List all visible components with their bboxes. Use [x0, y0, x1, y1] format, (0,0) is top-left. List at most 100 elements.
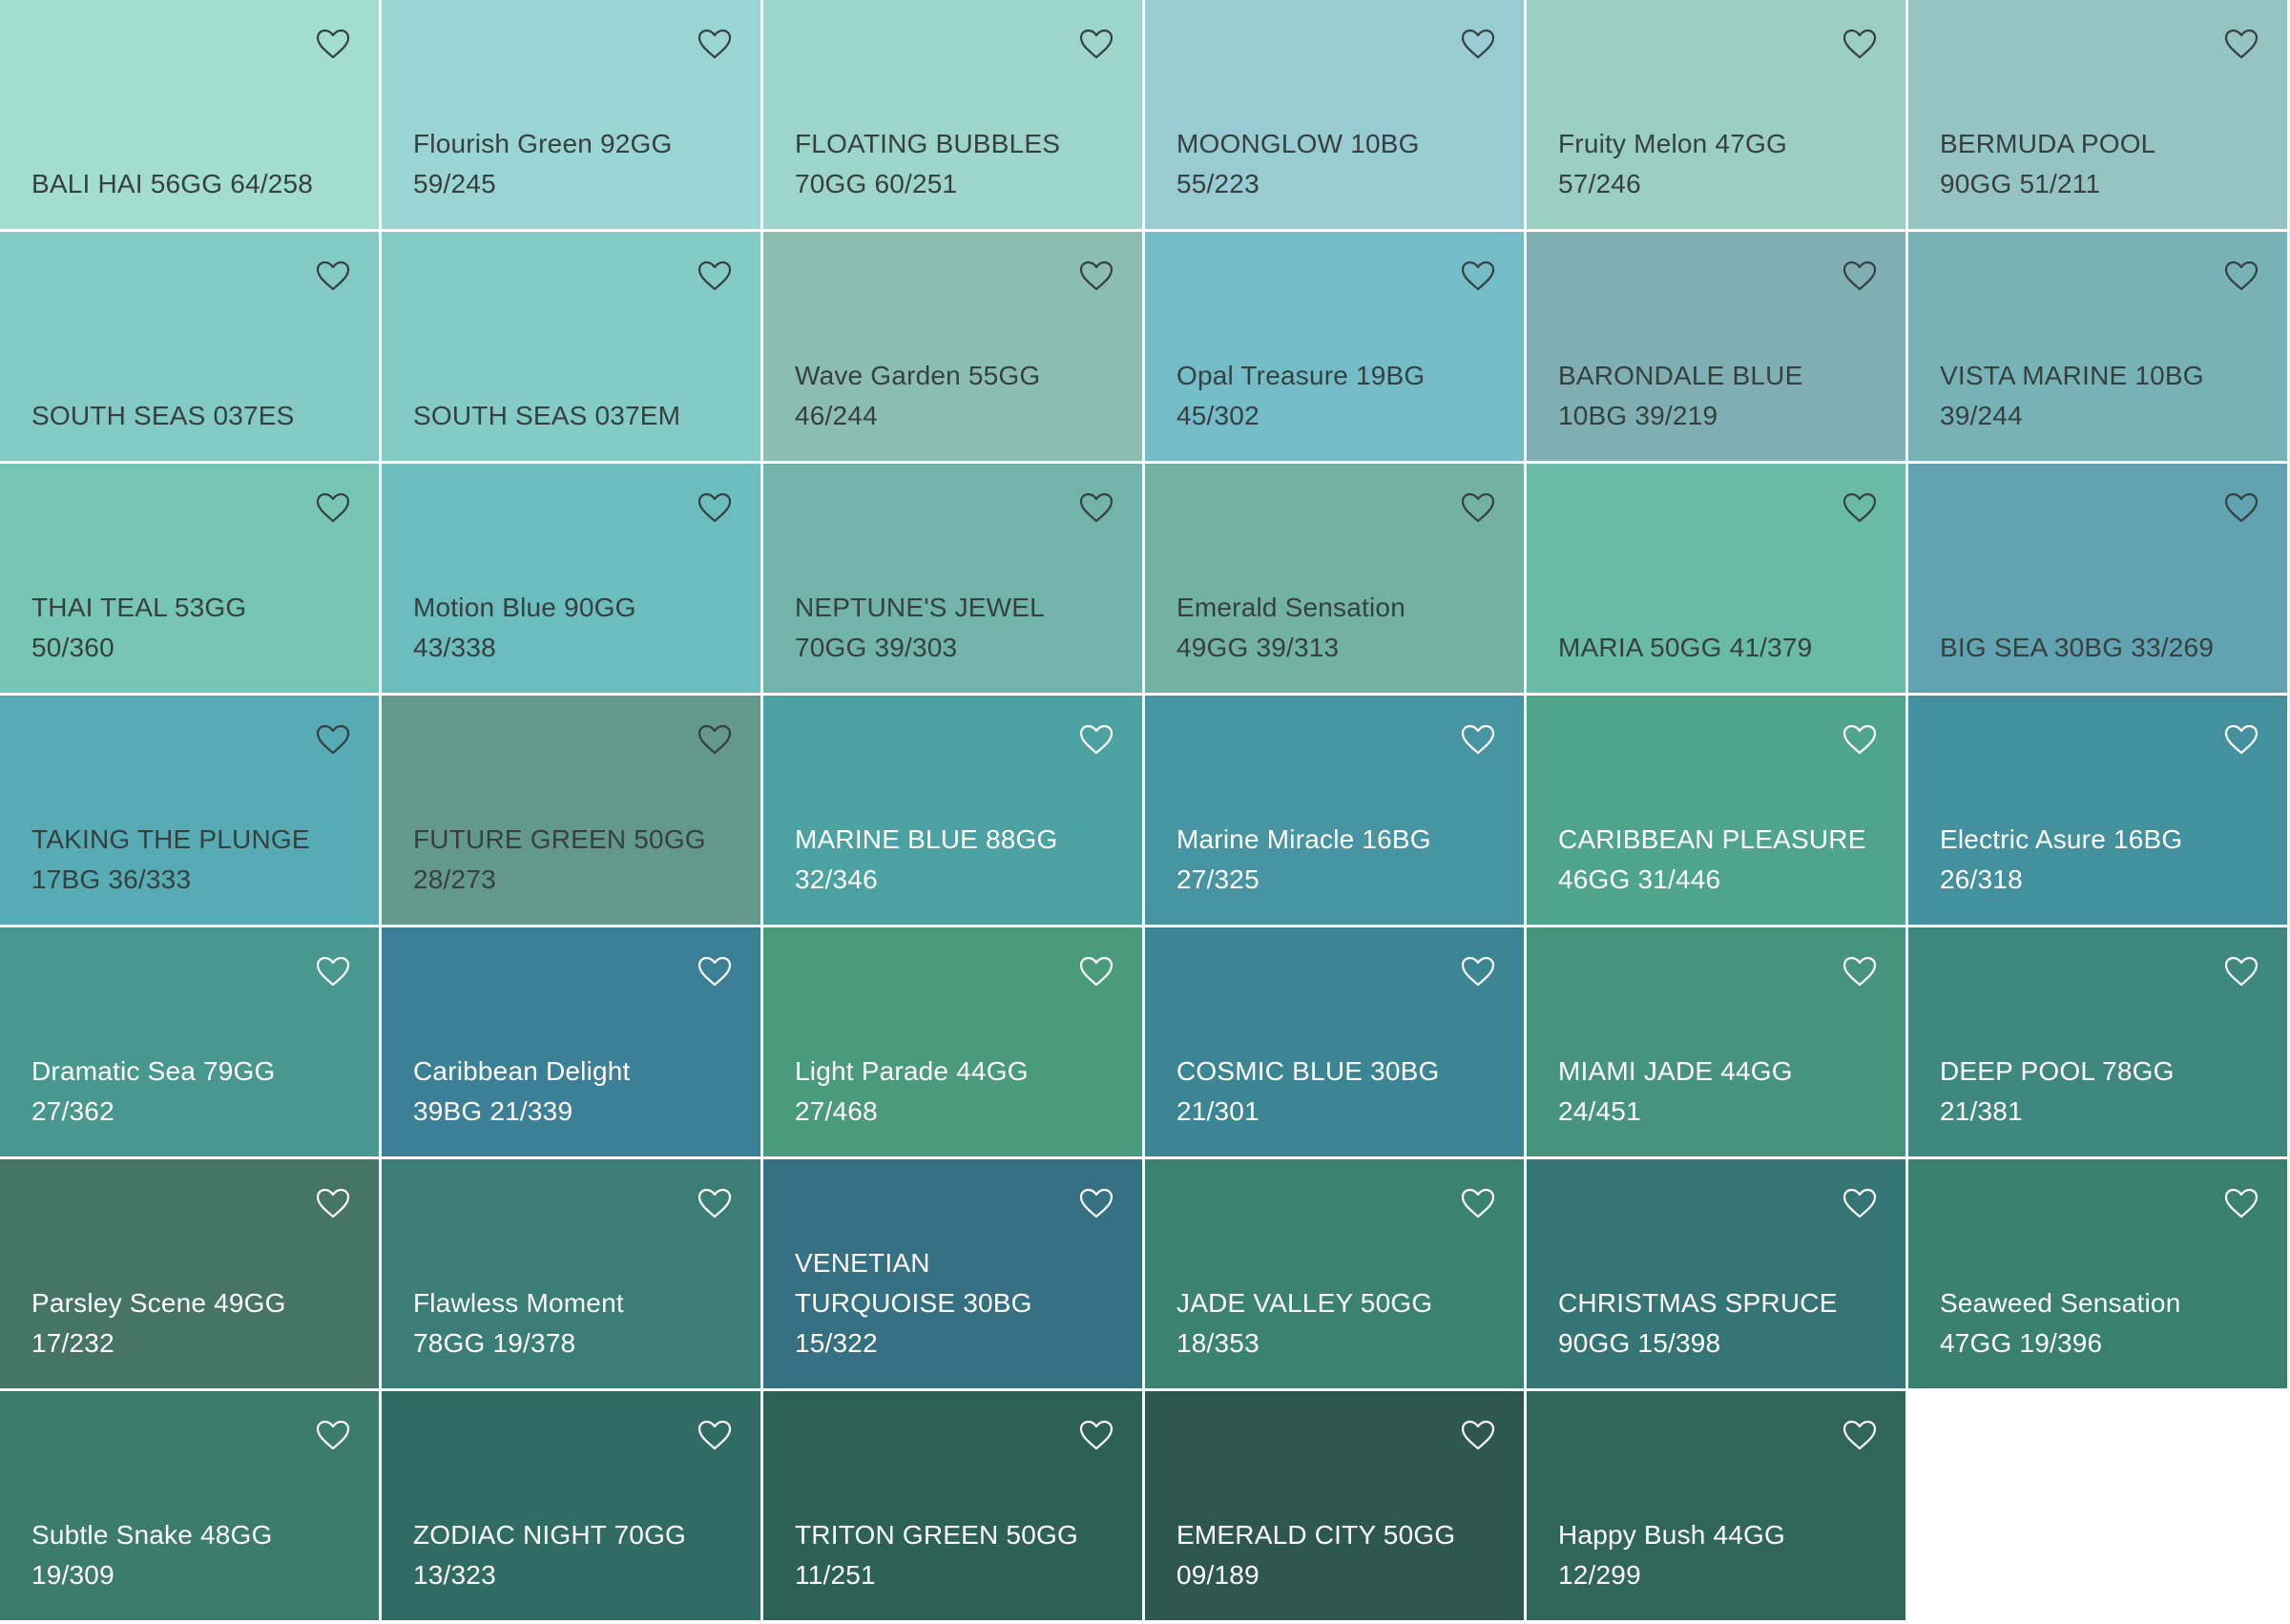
swatch-label: BERMUDA POOL 90GG 51/211 [1940, 124, 2249, 204]
favorite-heart-icon[interactable] [2224, 956, 2259, 987]
swatch-label-line: SOUTH SEAS 037ES [31, 401, 295, 430]
color-swatch[interactable]: BERMUDA POOL 90GG 51/211 [1908, 0, 2290, 232]
swatch-label: MARIA 50GG 41/379 [1558, 628, 1867, 668]
color-swatch[interactable]: VISTA MARINE 10BG 39/244 [1908, 232, 2290, 464]
color-swatch[interactable]: THAI TEAL 53GG 50/360 [0, 464, 382, 696]
color-swatch[interactable]: Flawless Moment 78GG 19/378 [382, 1159, 763, 1391]
favorite-heart-icon[interactable] [2224, 492, 2259, 523]
favorite-heart-icon[interactable] [697, 492, 732, 523]
favorite-heart-icon[interactable] [1079, 724, 1114, 755]
color-swatch[interactable]: Motion Blue 90GG 43/338 [382, 464, 763, 696]
favorite-heart-icon[interactable] [316, 260, 350, 291]
swatch-label-line: Electric Asure 16BG [1940, 824, 2183, 854]
swatch-label-line: 70GG 39/303 [795, 633, 958, 662]
favorite-heart-icon[interactable] [1842, 956, 1877, 987]
favorite-heart-icon[interactable] [1842, 724, 1877, 755]
favorite-heart-icon[interactable] [697, 260, 732, 291]
favorite-heart-icon[interactable] [1842, 1420, 1877, 1450]
color-swatch[interactable]: Marine Miracle 16BG 27/325 [1145, 696, 1527, 927]
favorite-heart-icon[interactable] [1079, 260, 1114, 291]
color-swatch[interactable]: Light Parade 44GG 27/468 [763, 927, 1145, 1159]
favorite-heart-icon[interactable] [316, 1420, 350, 1450]
favorite-heart-icon[interactable] [316, 29, 350, 59]
color-swatch[interactable]: BIG SEA 30BG 33/269 [1908, 464, 2290, 696]
favorite-heart-icon[interactable] [1842, 1188, 1877, 1218]
favorite-heart-icon[interactable] [1461, 956, 1495, 987]
color-swatch[interactable]: BALI HAI 56GG 64/258 [0, 0, 382, 232]
color-swatch[interactable]: COSMIC BLUE 30BG 21/301 [1145, 927, 1527, 1159]
favorite-heart-icon[interactable] [2224, 260, 2259, 291]
color-swatch[interactable]: MOONGLOW 10BG 55/223 [1145, 0, 1527, 232]
favorite-heart-icon[interactable] [2224, 724, 2259, 755]
favorite-heart-icon[interactable] [697, 1188, 732, 1218]
color-swatch[interactable]: Happy Bush 44GG 12/299 [1527, 1391, 1908, 1623]
color-swatch[interactable]: DEEP POOL 78GG 21/381 [1908, 927, 2290, 1159]
favorite-heart-icon[interactable] [316, 492, 350, 523]
swatch-label-line: 49GG 39/313 [1176, 633, 1340, 662]
color-swatch[interactable]: BARONDALE BLUE 10BG 39/219 [1527, 232, 1908, 464]
favorite-heart-icon[interactable] [316, 1188, 350, 1218]
favorite-heart-icon[interactable] [1079, 29, 1114, 59]
swatch-label-line: 11/251 [795, 1560, 876, 1590]
favorite-heart-icon[interactable] [697, 1420, 732, 1450]
color-swatch[interactable]: ZODIAC NIGHT 70GG 13/323 [382, 1391, 763, 1623]
color-swatch[interactable]: FLOATING BUBBLES 70GG 60/251 [763, 0, 1145, 232]
favorite-heart-icon[interactable] [1461, 29, 1495, 59]
favorite-heart-icon[interactable] [697, 29, 732, 59]
color-swatch[interactable]: Fruity Melon 47GG 57/246 [1527, 0, 1908, 232]
color-swatch[interactable]: MIAMI JADE 44GG 24/451 [1527, 927, 1908, 1159]
favorite-heart-icon[interactable] [1079, 1420, 1114, 1450]
favorite-heart-icon[interactable] [1079, 956, 1114, 987]
swatch-label-line: 09/189 [1176, 1560, 1260, 1590]
color-swatch[interactable]: TRITON GREEN 50GG 11/251 [763, 1391, 1145, 1623]
favorite-heart-icon[interactable] [1461, 724, 1495, 755]
favorite-heart-icon[interactable] [1461, 1420, 1495, 1450]
color-swatch[interactable]: Caribbean Delight 39BG 21/339 [382, 927, 763, 1159]
swatch-label-line: 26/318 [1940, 864, 2023, 894]
favorite-heart-icon[interactable] [1079, 492, 1114, 523]
favorite-heart-icon[interactable] [2224, 29, 2259, 59]
color-swatch[interactable]: MARIA 50GG 41/379 [1527, 464, 1908, 696]
color-swatch[interactable]: SOUTH SEAS 037ES [0, 232, 382, 464]
color-swatch[interactable]: Parsley Scene 49GG 17/232 [0, 1159, 382, 1391]
color-swatch[interactable]: VENETIAN TURQUOISE 30BG 15/322 [763, 1159, 1145, 1391]
swatch-label-line: 55/223 [1176, 169, 1260, 198]
color-swatch[interactable]: EMERALD CITY 50GG 09/189 [1145, 1391, 1527, 1623]
color-swatch[interactable]: CHRISTMAS SPRUCE 90GG 15/398 [1527, 1159, 1908, 1391]
swatch-label: Flourish Green 92GG 59/245 [413, 124, 722, 204]
color-swatch[interactable]: Dramatic Sea 79GG 27/362 [0, 927, 382, 1159]
favorite-heart-icon[interactable] [1079, 1188, 1114, 1218]
favorite-heart-icon[interactable] [1461, 260, 1495, 291]
color-swatch[interactable]: Subtle Snake 48GG 19/309 [0, 1391, 382, 1623]
swatch-label-line: Motion Blue 90GG [413, 593, 636, 622]
swatch-label-line: 17BG 36/333 [31, 864, 192, 894]
favorite-heart-icon[interactable] [1842, 29, 1877, 59]
color-swatch[interactable]: SOUTH SEAS 037EM [382, 232, 763, 464]
favorite-heart-icon[interactable] [1842, 492, 1877, 523]
color-swatch[interactable]: TAKING THE PLUNGE 17BG 36/333 [0, 696, 382, 927]
color-swatch[interactable]: Emerald Sensation 49GG 39/313 [1145, 464, 1527, 696]
favorite-heart-icon[interactable] [2224, 1188, 2259, 1218]
color-swatch[interactable]: FUTURE GREEN 50GG 28/273 [382, 696, 763, 927]
color-swatch[interactable]: NEPTUNE'S JEWEL 70GG 39/303 [763, 464, 1145, 696]
color-swatch[interactable]: Flourish Green 92GG 59/245 [382, 0, 763, 232]
color-swatch[interactable]: CARIBBEAN PLEASURE 46GG 31/446 [1527, 696, 1908, 927]
color-swatch[interactable]: Wave Garden 55GG 46/244 [763, 232, 1145, 464]
color-swatch[interactable]: Electric Asure 16BG 26/318 [1908, 696, 2290, 927]
color-swatch[interactable]: Opal Treasure 19BG 45/302 [1145, 232, 1527, 464]
favorite-heart-icon[interactable] [697, 724, 732, 755]
swatch-label-line: 27/468 [795, 1096, 878, 1126]
color-swatch[interactable]: JADE VALLEY 50GG 18/353 [1145, 1159, 1527, 1391]
swatch-label: TAKING THE PLUNGE 17BG 36/333 [31, 820, 341, 900]
favorite-heart-icon[interactable] [1842, 260, 1877, 291]
color-swatch[interactable]: MARINE BLUE 88GG 32/346 [763, 696, 1145, 927]
swatch-label: Fruity Melon 47GG 57/246 [1558, 124, 1867, 204]
favorite-heart-icon[interactable] [1461, 492, 1495, 523]
favorite-heart-icon[interactable] [697, 956, 732, 987]
favorite-heart-icon[interactable] [316, 724, 350, 755]
swatch-label-line: BARONDALE BLUE [1558, 361, 1803, 390]
color-swatch[interactable]: Seaweed Sensation 47GG 19/396 [1908, 1159, 2290, 1391]
favorite-heart-icon[interactable] [1461, 1188, 1495, 1218]
favorite-heart-icon[interactable] [316, 956, 350, 987]
swatch-label-line: ZODIAC NIGHT 70GG [413, 1520, 687, 1550]
